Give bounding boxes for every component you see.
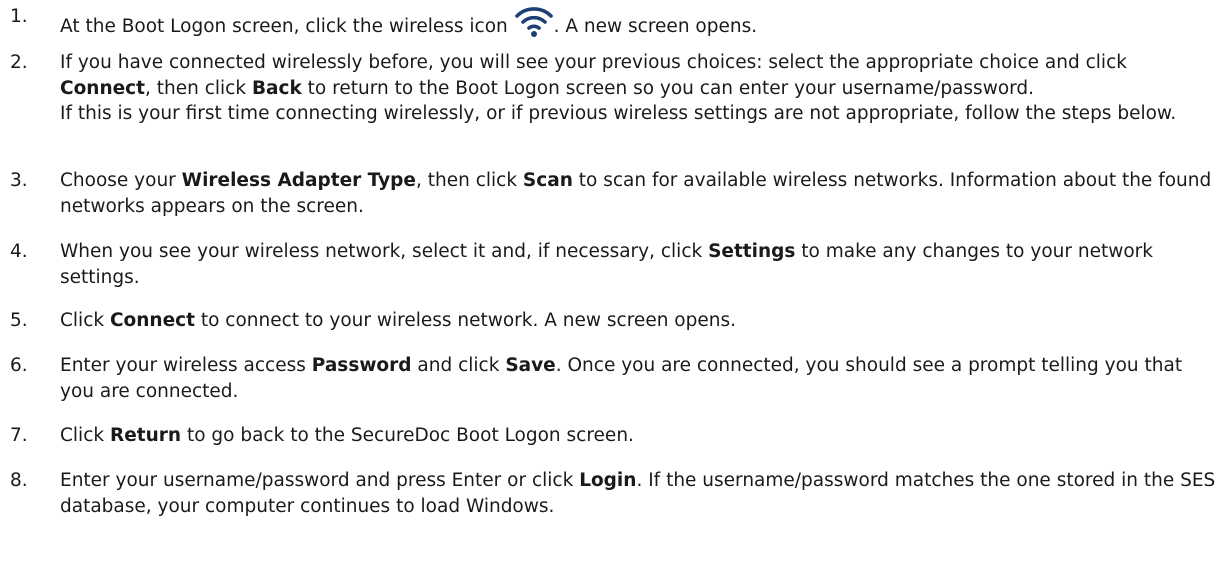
text-run: to go back to the SecureDoc Boot Logon s…	[181, 425, 634, 446]
step-5: 5. Click Connect to connect to your wirel…	[10, 308, 1220, 334]
text-run: At the Boot Logon screen, click the wire…	[60, 16, 514, 37]
text-run: . A new screen opens.	[553, 16, 758, 37]
ui-control-name: Password	[311, 355, 412, 376]
step-text: Click Return to go back to the SecureDoc…	[60, 423, 1220, 449]
step-text: At the Boot Logon screen, click the wire…	[60, 4, 1220, 40]
step-number: 1.	[10, 6, 28, 27]
step-number: 8.	[10, 470, 28, 491]
ui-control-name: Back	[251, 77, 302, 99]
text-run: , then click	[144, 77, 252, 99]
step-3: 3. Choose your Wireless Adapter Type, the…	[10, 168, 1220, 219]
ui-control-name: Login	[579, 470, 637, 491]
ui-control-name: Save	[505, 355, 556, 376]
text-run: to return to the Boot Logon screen so yo…	[301, 77, 1035, 99]
step-text: Enter your wireless access Password and …	[60, 353, 1220, 404]
step-8: 8. Enter your username/password and press…	[10, 468, 1220, 519]
step-7: 7. Click Return to go back to the SecureD…	[10, 423, 1220, 449]
step-4: 4. When you see your wireless network, se…	[10, 239, 1220, 290]
text-run: Click	[60, 310, 110, 331]
step-text: If you have connected wirelessly before,…	[60, 50, 1220, 101]
text-run: If you have connected wirelessly before,…	[60, 52, 1127, 73]
step-1: 1. At the Boot Logon screen, click the wi…	[10, 4, 1220, 40]
step-number: 3.	[10, 170, 28, 191]
step-2: 2. If you have connected wirelessly befor…	[10, 50, 1220, 127]
step-6: 6. Enter your wireless access Password an…	[10, 353, 1220, 404]
step-text: Choose your Wireless Adapter Type, then …	[60, 168, 1220, 219]
text-run: , then click	[415, 170, 523, 191]
step-number: 7.	[10, 425, 28, 446]
text-run: Enter your username/password and press E…	[60, 470, 580, 491]
text-run: If this is your first time connecting wi…	[60, 103, 1177, 124]
step-number: 2.	[10, 52, 28, 73]
text-run: When you see your wireless network, sele…	[60, 241, 709, 262]
ui-control-name: Connect	[109, 310, 195, 331]
step-text: Click Connect to connect to your wireles…	[60, 308, 1220, 334]
step-number: 6.	[10, 355, 28, 376]
step-text: Enter your username/password and press E…	[60, 468, 1220, 519]
ui-control-name: Wireless Adapter Type	[181, 170, 416, 191]
step-number: 4.	[10, 241, 28, 262]
step-text: When you see your wireless network, sele…	[60, 239, 1220, 290]
text-run: and click	[411, 355, 506, 376]
ui-control-name: Scan	[522, 170, 573, 191]
step-text: If this is your first time connecting wi…	[60, 101, 1220, 127]
wifi-icon	[514, 4, 554, 38]
text-run: Enter your wireless access	[60, 355, 312, 376]
text-run: Click	[60, 425, 110, 446]
text-run: Choose your	[60, 170, 182, 191]
text-run: to connect to your wireless network. A n…	[194, 310, 736, 331]
ui-control-name: Return	[109, 425, 182, 446]
step-number: 5.	[10, 310, 28, 331]
ui-control-name: Settings	[708, 241, 796, 262]
ui-control-name: Connect	[60, 77, 145, 99]
